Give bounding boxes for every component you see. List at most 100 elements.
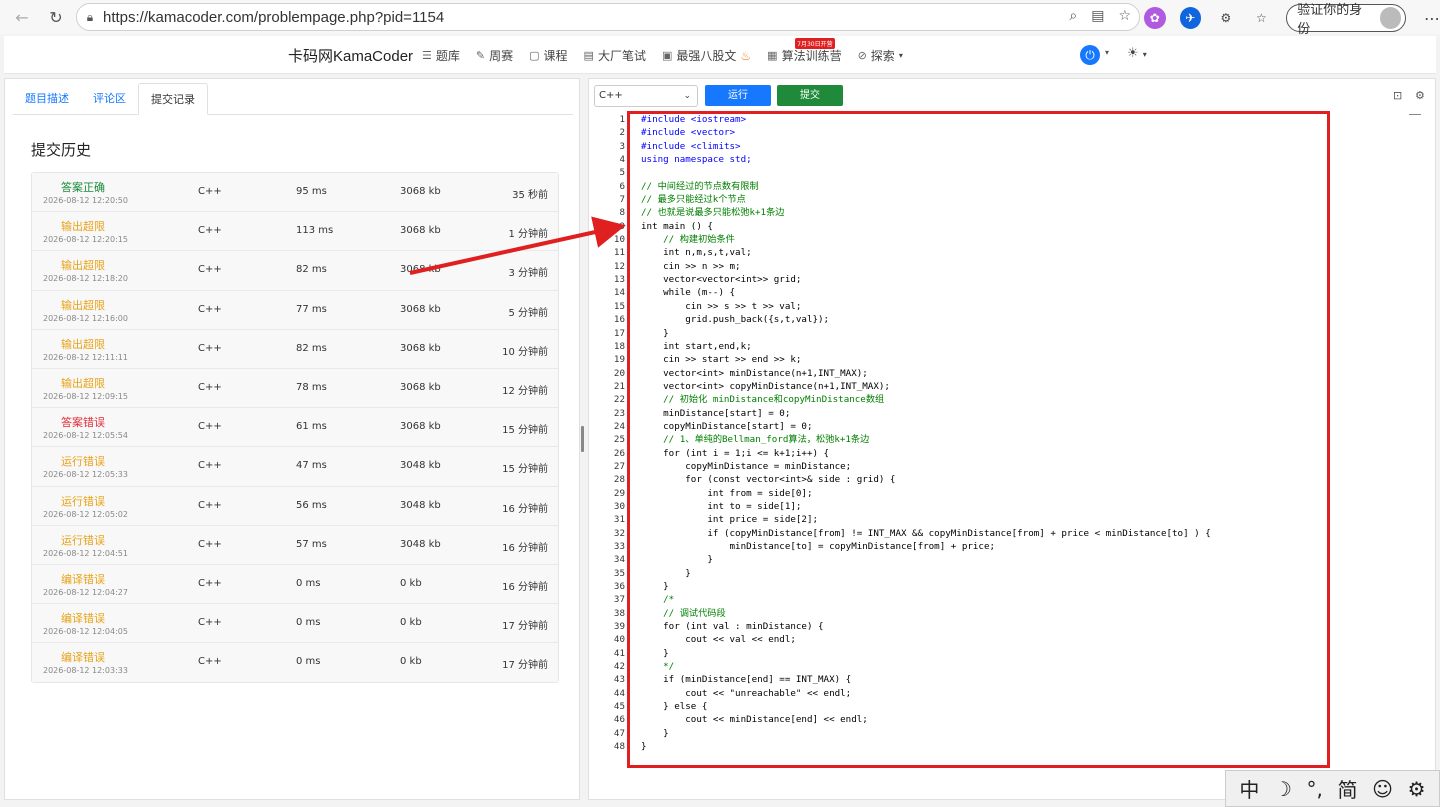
code-line[interactable]: #include <climits> — [641, 140, 1421, 153]
menu-item-camp[interactable]: ▦ 算法训练营 7月30日开营 — [767, 38, 842, 64]
status-label[interactable]: 编译错误 — [61, 649, 105, 665]
code-line[interactable]: // 也就是说最多只能松弛k+1条边 — [641, 206, 1421, 219]
code-line[interactable]: } — [641, 740, 1421, 753]
code-line[interactable]: /* — [641, 593, 1421, 606]
menu-item-exams[interactable]: ▤ 大厂笔试 — [584, 47, 646, 64]
status-label[interactable]: 运行错误 — [61, 532, 105, 548]
power-icon[interactable]: ⏻ — [1080, 45, 1100, 65]
code-editor[interactable]: 1 2 3 4 5 6 7 8 9 10 11 12 13 14 15 16 17 18 19 20 21 22 23 24 2… — [591, 113, 1433, 797]
extension-blue-icon[interactable]: ✈ — [1179, 7, 1202, 29]
table-row[interactable]: 运行错误 2026-08-12 12:05:33 C++ 47 ms 3048 kb 15… — [32, 447, 558, 487]
code-line[interactable]: // 构建初始条件 — [641, 233, 1421, 246]
code-line[interactable]: int to = side[1]; — [641, 500, 1421, 513]
more-icon[interactable]: ⋯ — [1424, 9, 1440, 28]
code-line[interactable]: // 1、单纯的Bellman_ford算法，松弛k+1条边 — [641, 433, 1421, 446]
table-row[interactable]: 输出超限 2026-08-12 12:18:20 C++ 82 ms 3068 kb 3 … — [32, 251, 558, 291]
code-line[interactable]: if (copyMinDistance[from] != INT_MAX && … — [641, 527, 1421, 540]
format-icon[interactable]: ⊡ — [1393, 89, 1402, 102]
menu-item-explore[interactable]: ⊘ 探索 ▾ — [858, 47, 903, 64]
tab-comments[interactable]: 评论区 — [81, 83, 138, 114]
reader-icon[interactable]: ▤ — [1091, 8, 1104, 24]
language-select[interactable]: C++ ⌄ — [594, 85, 698, 107]
status-label[interactable]: 编译错误 — [61, 571, 105, 587]
code-line[interactable] — [641, 166, 1421, 179]
settings-icon[interactable]: ⚙ — [1415, 89, 1425, 102]
status-label[interactable]: 输出超限 — [61, 336, 105, 352]
code-line[interactable]: minDistance[start] = 0; — [641, 407, 1421, 420]
code-line[interactable]: int price = side[2]; — [641, 513, 1421, 526]
code-line[interactable]: } — [641, 580, 1421, 593]
ime-button[interactable]: ☺ — [1372, 777, 1393, 801]
code-line[interactable]: */ — [641, 660, 1421, 673]
table-row[interactable]: 运行错误 2026-08-12 12:04:51 C++ 57 ms 3048 kb 16… — [32, 525, 558, 565]
code-line[interactable]: grid.push_back({s,t,val}); — [641, 313, 1421, 326]
table-row[interactable]: 运行错误 2026-08-12 12:05:02 C++ 56 ms 3048 kb 16… — [32, 486, 558, 526]
chevron-down-icon[interactable]: ▾ — [1105, 48, 1109, 57]
code-line[interactable]: } — [641, 567, 1421, 580]
status-label[interactable]: 运行错误 — [61, 453, 105, 469]
code-line[interactable]: minDistance[to] = copyMinDistance[from] … — [641, 540, 1421, 553]
ime-button[interactable]: ⚙ — [1408, 777, 1426, 801]
code-line[interactable]: #include <iostream> — [641, 113, 1421, 126]
back-icon[interactable]: ← — [8, 3, 36, 31]
brand-logo[interactable]: 卡码网KamaCoder — [288, 45, 413, 66]
code-line[interactable]: copyMinDistance = minDistance; — [641, 460, 1421, 473]
menu-item-problems[interactable]: ☰ 题库 — [422, 47, 460, 64]
ime-button[interactable]: ☽ — [1274, 777, 1292, 801]
run-button[interactable]: 运行 — [705, 85, 771, 106]
code-line[interactable]: // 初始化 minDistance和copyMinDistance数组 — [641, 393, 1421, 406]
table-row[interactable]: 答案正确 2026-08-12 12:20:50 C++ 95 ms 3068 kb 35… — [32, 173, 558, 213]
code-line[interactable]: // 中间经过的节点数有限制 — [641, 180, 1421, 193]
code-line[interactable]: for (const vector<int>& side : grid) { — [641, 473, 1421, 486]
submit-button[interactable]: 提交 — [777, 85, 843, 106]
theme-toggle-icon[interactable]: ☀ ▾ — [1127, 46, 1147, 61]
ime-button[interactable]: 简 — [1338, 774, 1358, 803]
verify-identity-button[interactable]: 验证你的身份 — [1286, 3, 1407, 37]
table-row[interactable]: 输出超限 2026-08-12 12:16:00 C++ 77 ms 3068 kb 5 … — [32, 290, 558, 330]
code-line[interactable]: for (int i = 1;i <= k+1;i++) { — [641, 447, 1421, 460]
table-row[interactable]: 输出超限 2026-08-12 12:20:15 C++ 113 ms 3068 kb 1… — [32, 212, 558, 252]
ime-button[interactable]: 中 — [1239, 774, 1259, 803]
favorite-icon[interactable]: ☆ — [1118, 8, 1131, 24]
ime-button[interactable]: °, — [1307, 777, 1323, 801]
table-row[interactable]: 编译错误 2026-08-12 12:04:27 C++ 0 ms 0 kb 16 分钟前 — [32, 564, 558, 605]
code-line[interactable]: vector<vector<int>> grid; — [641, 273, 1421, 286]
table-row[interactable]: 输出超限 2026-08-12 12:09:15 C++ 78 ms 3068 kb 12… — [32, 368, 558, 409]
code-line[interactable]: vector<int> copyMinDistance(n+1,INT_MAX)… — [641, 380, 1421, 393]
status-label[interactable]: 输出超限 — [61, 257, 105, 273]
code-line[interactable]: int start,end,k; — [641, 340, 1421, 353]
status-label[interactable]: 输出超限 — [61, 218, 105, 234]
code-line[interactable]: // 调试代码段 — [641, 607, 1421, 620]
zoom-icon[interactable]: ⌕ — [1069, 8, 1077, 24]
tab-description[interactable]: 题目描述 — [13, 83, 81, 114]
status-label[interactable]: 答案正确 — [61, 179, 105, 195]
code-line[interactable]: } else { — [641, 700, 1421, 713]
code-line[interactable]: int main () { — [641, 220, 1421, 233]
extension-brain-icon[interactable]: ✿ — [1144, 7, 1166, 29]
code-line[interactable]: if (minDistance[end] == INT_MAX) { — [641, 673, 1421, 686]
code-line[interactable]: vector<int> minDistance(n+1,INT_MAX); — [641, 367, 1421, 380]
code-line[interactable]: while (m--) { — [641, 286, 1421, 299]
code-line[interactable]: cin >> s >> t >> val; — [641, 300, 1421, 313]
status-label[interactable]: 答案错误 — [61, 414, 105, 430]
reload-icon[interactable]: ↻ — [42, 3, 70, 31]
table-row[interactable]: 编译错误 2026-08-12 12:03:33 C++ 0 ms 0 kb 17 分钟前 — [32, 643, 558, 683]
code-line[interactable]: cout << "unreachable" << endl; — [641, 687, 1421, 700]
extensions-icon[interactable]: ⚙ — [1215, 7, 1237, 29]
table-row[interactable]: 输出超限 2026-08-12 12:11:11 C++ 82 ms 3068 kb 10… — [32, 329, 558, 369]
status-label[interactable]: 输出超限 — [61, 297, 105, 313]
code-line[interactable]: } — [641, 327, 1421, 340]
code-line[interactable]: for (int val : minDistance) { — [641, 620, 1421, 633]
code-line[interactable]: cout << minDistance[end] << endl; — [641, 713, 1421, 726]
code-line[interactable]: using namespace std; — [641, 153, 1421, 166]
code-line[interactable]: #include <vector> — [641, 126, 1421, 139]
code-line[interactable]: } — [641, 647, 1421, 660]
code-line[interactable]: cout << val << endl; — [641, 633, 1421, 646]
table-row[interactable]: 编译错误 2026-08-12 12:04:05 C++ 0 ms 0 kb 17 分钟前 — [32, 604, 558, 644]
tab-submissions[interactable]: 提交记录 — [138, 83, 208, 115]
code-line[interactable]: // 最多只能经过k个节点 — [641, 193, 1421, 206]
address-bar[interactable]: 🔒︎ https://kamacoder.com/problempage.php… — [76, 3, 1140, 31]
code-line[interactable]: } — [641, 553, 1421, 566]
status-label[interactable]: 编译错误 — [61, 610, 105, 626]
menu-item-bagu[interactable]: ▣ 最强八股文 ♨ — [662, 47, 751, 64]
